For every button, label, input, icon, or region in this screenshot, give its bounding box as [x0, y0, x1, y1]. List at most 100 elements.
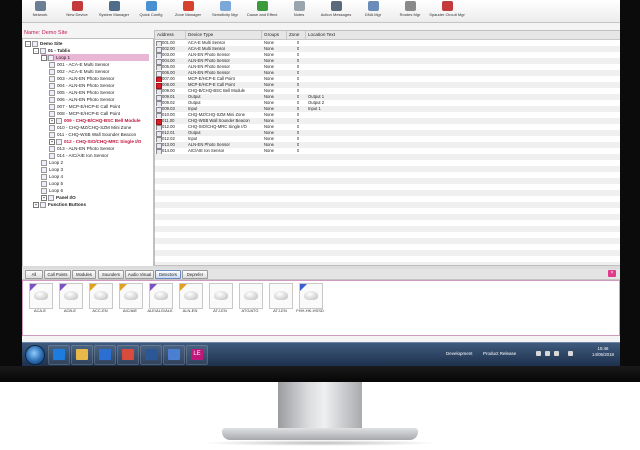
column-header[interactable]: Zone [287, 31, 306, 39]
detector-dome [64, 291, 78, 300]
device-node-icon [48, 194, 54, 201]
palette-device-label: ATJ-EN [273, 308, 287, 313]
palette-device[interactable]: ACA-E [29, 283, 53, 317]
tree-node[interactable]: Loop 6 [41, 187, 63, 194]
tree-node[interactable]: Loop 4 [41, 173, 63, 180]
network-tray-icon[interactable] [545, 351, 550, 356]
expand-icon[interactable]: + [33, 201, 39, 208]
filter-button[interactable]: Detectors [155, 270, 181, 279]
category-marker [300, 284, 307, 291]
toolbar-button-4[interactable]: Quick Config [133, 0, 169, 22]
toolbar-button-7[interactable]: Cause and Effect [244, 0, 280, 22]
column-header[interactable]: Device Type [186, 31, 262, 39]
sensitivity-icon [219, 1, 231, 11]
expand-icon[interactable]: + [49, 117, 55, 124]
toolbar-button-8[interactable]: Notes [281, 0, 317, 22]
clock[interactable]: 15:46 14/05/2018 [592, 346, 614, 358]
new-device-icon [71, 1, 83, 11]
keyboard-icon[interactable] [568, 351, 573, 356]
tree-node[interactable]: +009 - CHQ-B/CHQ-BSC Bell Module [49, 117, 141, 124]
collapse-icon[interactable]: - [33, 47, 39, 54]
flag-icon[interactable] [536, 351, 541, 356]
ie-icon [53, 349, 65, 360]
palette-device[interactable]: ACB-E [59, 283, 83, 317]
filter-button[interactable]: Call Points [44, 270, 71, 279]
column-header[interactable]: Location Text [306, 31, 620, 39]
collapse-icon[interactable]: - [25, 40, 31, 47]
palette-device[interactable]: ATJ-EN [269, 283, 293, 317]
tree-node[interactable]: 007 - MCP-E/HCP-E Call Point [49, 103, 120, 110]
tree-node[interactable]: Loop 5 [41, 180, 63, 187]
collapse-icon[interactable]: - [41, 54, 47, 61]
detector-icon [269, 283, 293, 309]
toolbar-button-5[interactable]: Zone Manager [170, 0, 206, 22]
tree-node[interactable]: 010 - CHQ-MZ/CHQ-SZM Mini Zone [49, 124, 131, 131]
filter-button[interactable]: Deprefer [182, 270, 208, 279]
tree-node[interactable]: 013 - ALN-EN Photo Sensor [49, 145, 114, 152]
filter-button[interactable]: Sounders [98, 270, 124, 279]
taskbar-app-button[interactable] [48, 345, 70, 365]
tree-node[interactable]: 002 - ACA-E Multi Sensor [49, 68, 109, 75]
tree-node[interactable]: + Panel I/O [41, 194, 76, 201]
device-node-icon [49, 145, 55, 152]
device-table[interactable]: Address Device Type Groups Zone Location Tex… [154, 30, 620, 266]
column-header[interactable]: Address [155, 31, 186, 39]
toolbar-button-10[interactable]: DNA Mgr [355, 0, 391, 22]
device-node-icon [49, 124, 55, 131]
tree-node[interactable]: - Loop 1 [41, 54, 149, 61]
tree-node[interactable]: 006 - ALN-EN Photo Sensor [49, 96, 114, 103]
filter-button[interactable]: Modules [72, 270, 96, 279]
tree-node[interactable]: 005 - ALN-EN Photo Sensor [49, 89, 114, 96]
start-button[interactable] [25, 345, 45, 365]
filter-button[interactable]: All [25, 270, 43, 279]
speaker-icon[interactable] [554, 351, 559, 356]
site-tree[interactable]: - Demo Site -01 - Tablis - Loop 1 001 - ACA-E… [22, 38, 154, 268]
toolbar-button-label: New Device [66, 12, 88, 17]
taskbar-app-button[interactable] [94, 345, 116, 365]
tree-node[interactable]: +012 - CHQ-SIO/CHQ-MRC Single I/O [49, 138, 141, 145]
palette-device[interactable]: ALN-EN [179, 283, 203, 317]
close-palette-button[interactable]: × [608, 270, 616, 277]
palette-device[interactable]: ATJ-EN [209, 283, 233, 317]
toolbar-button-12[interactable]: Spauder Circuit Mgr [429, 0, 465, 22]
toolbar-button-2[interactable]: New Device [59, 0, 95, 22]
palette-device[interactable]: FHH-HK-HSSD [296, 283, 324, 317]
toolbar-button-6[interactable]: Sensitivity Mgr [207, 0, 243, 22]
tree-node[interactable]: 004 - ALN-EN Photo Sensor [49, 82, 114, 89]
expand-icon[interactable]: + [49, 138, 55, 145]
tree-node[interactable]: 003 - ALN-EN Photo Sensor [49, 75, 114, 82]
column-header[interactable]: Groups [262, 31, 287, 39]
taskbar-app-button[interactable] [71, 345, 93, 365]
device-node-icon [49, 75, 55, 82]
toolbar-button-9[interactable]: Action Messages [318, 0, 354, 22]
toolbar-button-label: Sensitivity Mgr [211, 12, 238, 17]
palette-device[interactable]: ACC-EN [89, 283, 113, 317]
detector-icon [209, 283, 233, 309]
palette-device[interactable]: ATG/ATG [239, 283, 263, 317]
toolbar-button-11[interactable]: Routes Mgr [392, 0, 428, 22]
taskbar-app-button[interactable] [163, 345, 185, 365]
toolbar-button-1[interactable]: Network [22, 0, 58, 22]
tree-node[interactable]: - Demo Site [25, 40, 62, 47]
toolbar-button-3[interactable]: System Manager [96, 0, 132, 22]
detector-icon [299, 283, 323, 309]
tree-node[interactable]: 011 - CHQ-WSB Wall Sounder Beacon [49, 131, 136, 138]
tree-node[interactable]: 008 - MCP-E/HCP-E Call Point [49, 110, 120, 117]
taskbar-app-button[interactable]: LE [186, 345, 208, 365]
tree-node[interactable]: - 01 - Tablis [33, 47, 70, 54]
filter-button[interactable]: Audio Visual [125, 270, 154, 279]
taskbar-app-button[interactable] [140, 345, 162, 365]
device-node-icon [49, 82, 55, 89]
palette-device[interactable]: ALE/ALG/ALK [147, 283, 173, 317]
tree-node[interactable]: + Function Buttons [33, 201, 86, 208]
word-icon [145, 349, 157, 360]
palette-device[interactable]: AIC/AIE [119, 283, 143, 317]
expand-icon[interactable]: + [41, 194, 47, 201]
device-node-icon [32, 40, 38, 47]
tree-node[interactable]: 014 - AIC/AIE Ion Sensor [49, 152, 108, 159]
taskbar-app-button[interactable] [117, 345, 139, 365]
tree-node[interactable]: 001 - ACA-E Multi Sensor [49, 61, 109, 68]
detector-dome [274, 291, 288, 300]
tree-node[interactable]: Loop 3 [41, 166, 63, 173]
tree-node[interactable]: Loop 2 [41, 159, 63, 166]
